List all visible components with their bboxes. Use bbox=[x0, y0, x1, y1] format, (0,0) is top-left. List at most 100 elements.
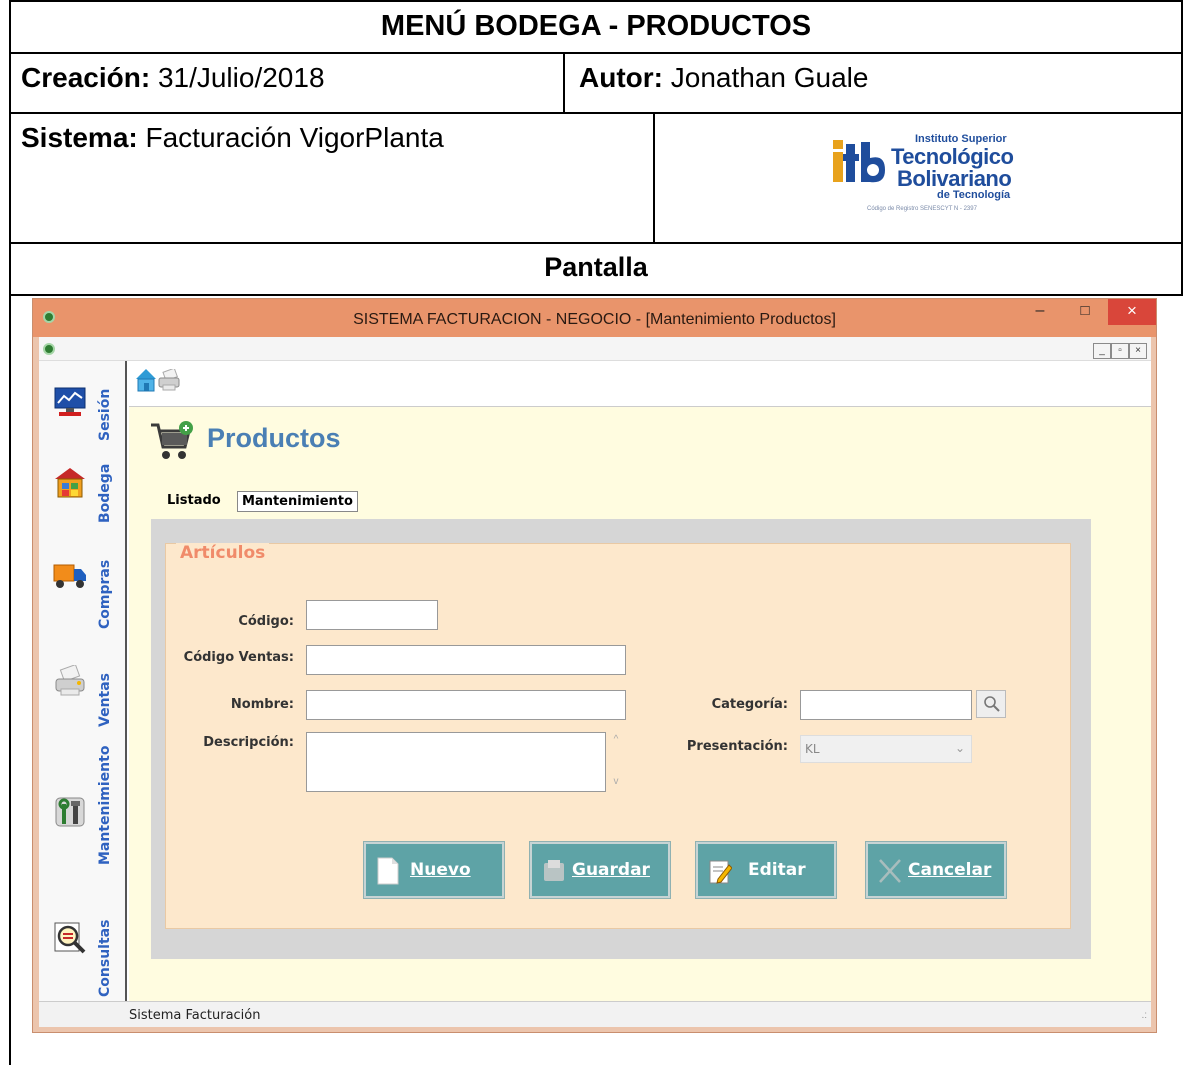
magnifier-icon bbox=[54, 922, 86, 954]
author-value: Jonathan Guale bbox=[670, 62, 869, 93]
logo-line-2: Tecnológico bbox=[891, 144, 1014, 169]
codigo-label: Código: bbox=[238, 614, 294, 629]
close-button[interactable]: × bbox=[1108, 299, 1156, 325]
tools-icon bbox=[55, 797, 85, 827]
system-label: Sistema: bbox=[21, 122, 138, 153]
scroll-down-icon[interactable]: v bbox=[607, 776, 625, 787]
resize-grip-icon[interactable]: .: bbox=[1141, 1010, 1147, 1021]
group-title: Artículos bbox=[176, 543, 270, 563]
nombre-input[interactable] bbox=[306, 690, 626, 720]
institute-logo: Instituto Superior Tecnológico Bolivaria… bbox=[831, 130, 1021, 226]
cancel-icon bbox=[879, 859, 901, 883]
minimize-button[interactable]: – bbox=[1024, 299, 1056, 325]
guardar-button[interactable]: Guardar bbox=[529, 841, 671, 899]
mdi-close-button[interactable]: × bbox=[1129, 343, 1147, 359]
status-bar: Sistema Facturación .: bbox=[39, 1001, 1151, 1027]
categoria-label: Categoría: bbox=[711, 697, 788, 712]
logo-line-4: de Tecnología bbox=[937, 189, 1011, 201]
sidebar-item-consultas[interactable]: Consultas bbox=[39, 871, 127, 1001]
cancelar-label: Cancelar bbox=[908, 860, 992, 880]
sidebar-label-sesion: Sesión bbox=[97, 388, 113, 441]
articulos-group: Artículos Código: Código Ventas: Nombre:… bbox=[165, 543, 1071, 929]
home-icon[interactable] bbox=[135, 367, 157, 393]
itb-logo-mark bbox=[833, 140, 885, 183]
toolbar bbox=[129, 361, 1151, 407]
save-icon bbox=[544, 860, 564, 881]
nombre-label: Nombre: bbox=[230, 697, 294, 712]
table-divider bbox=[563, 52, 565, 112]
edit-icon bbox=[709, 860, 732, 884]
table-divider bbox=[9, 294, 1183, 296]
categoria-search-button[interactable] bbox=[976, 690, 1006, 718]
printer-toolbar-icon[interactable] bbox=[157, 369, 181, 391]
mdi-container: _ ▫ × Sesión Bodega Compras Ventas Mante… bbox=[39, 337, 1151, 1027]
codigo-ventas-label: Código Ventas: bbox=[183, 650, 294, 665]
window-title: SISTEMA FACTURACION - NEGOCIO - [Manteni… bbox=[353, 311, 836, 328]
sidebar-item-sesion[interactable]: Sesión bbox=[39, 361, 127, 447]
table-divider bbox=[9, 52, 1183, 54]
search-icon bbox=[984, 696, 1000, 712]
table-divider bbox=[9, 112, 1183, 114]
logo-line-5: Código de Registro SENESCYT N - 2397 bbox=[867, 206, 977, 212]
sidebar: Sesión Bodega Compras Ventas Mantenimien… bbox=[39, 361, 127, 1001]
mdi-minimize-button[interactable]: _ bbox=[1093, 343, 1111, 359]
scroll-up-icon[interactable]: ^ bbox=[607, 734, 625, 745]
mdi-app-icon[interactable] bbox=[43, 343, 55, 355]
descripcion-scrollbar[interactable]: ^ v bbox=[607, 732, 625, 792]
window-title-bar[interactable]: SISTEMA FACTURACION - NEGOCIO - [Manteni… bbox=[33, 299, 1156, 337]
mdi-menu-bar: _ ▫ × bbox=[39, 337, 1151, 361]
monitor-chart-icon bbox=[54, 387, 86, 416]
sidebar-label-mantenimiento: Mantenimiento bbox=[97, 745, 113, 865]
codigo-ventas-input[interactable] bbox=[306, 645, 626, 675]
descripcion-textarea[interactable] bbox=[306, 732, 606, 792]
sidebar-label-compras: Compras bbox=[97, 559, 113, 629]
sidebar-item-bodega[interactable]: Bodega bbox=[39, 447, 127, 527]
main-content: Productos Listado Mantenimiento Artículo… bbox=[129, 361, 1151, 1001]
app-window: SISTEMA FACTURACION - NEGOCIO - [Manteni… bbox=[32, 298, 1157, 1033]
creation-date: Creación: 31/Julio/2018 bbox=[21, 62, 325, 94]
sidebar-item-ventas[interactable]: Ventas bbox=[39, 637, 127, 737]
tab-strip: Listado Mantenimiento bbox=[151, 485, 1091, 517]
author-label: Autor: bbox=[579, 62, 663, 93]
editar-label: Editar bbox=[748, 860, 806, 880]
chevron-down-icon: ⌄ bbox=[954, 741, 965, 755]
page-title: Productos bbox=[207, 423, 341, 453]
codigo-input[interactable] bbox=[306, 600, 438, 630]
shopping-cart-icon bbox=[151, 421, 193, 459]
nuevo-label: Nuevo bbox=[410, 860, 471, 880]
presentacion-value: KL bbox=[805, 742, 820, 756]
status-text: Sistema Facturación bbox=[129, 1008, 261, 1023]
categoria-input[interactable] bbox=[800, 690, 972, 720]
maximize-button[interactable]: □ bbox=[1068, 299, 1102, 325]
tab-mantenimiento[interactable]: Mantenimiento bbox=[237, 491, 358, 512]
tab-listado[interactable]: Listado bbox=[163, 491, 225, 510]
screen-heading: Pantalla bbox=[544, 252, 648, 282]
new-document-icon bbox=[377, 857, 399, 885]
guardar-label: Guardar bbox=[572, 860, 650, 880]
creation-label: Creación: bbox=[21, 62, 151, 93]
presentacion-select[interactable]: KL ⌄ bbox=[800, 735, 972, 763]
tab-panel: Artículos Código: Código Ventas: Nombre:… bbox=[151, 519, 1091, 959]
author: Autor: Jonathan Guale bbox=[579, 62, 868, 94]
editar-button[interactable]: Editar bbox=[695, 841, 837, 899]
cancelar-button[interactable]: Cancelar bbox=[865, 841, 1007, 899]
table-divider bbox=[653, 112, 655, 242]
truck-icon bbox=[53, 564, 86, 588]
warehouse-icon bbox=[55, 468, 85, 498]
document-title: MENÚ BODEGA - PRODUCTOS bbox=[380, 10, 812, 42]
presentacion-label: Presentación: bbox=[686, 739, 788, 754]
sidebar-item-mantenimiento[interactable]: Mantenimiento bbox=[39, 737, 127, 871]
sidebar-label-consultas: Consultas bbox=[97, 919, 113, 997]
nuevo-button[interactable]: Nuevo bbox=[363, 841, 505, 899]
mdi-restore-button[interactable]: ▫ bbox=[1111, 343, 1129, 359]
table-border-left bbox=[9, 0, 11, 1065]
system-name: Sistema: Facturación VigorPlanta bbox=[21, 122, 444, 154]
logo-line-3: Bolivariano bbox=[897, 166, 1012, 191]
system-value: Facturación VigorPlanta bbox=[145, 122, 444, 153]
descripcion-label: Descripción: bbox=[203, 735, 294, 750]
sidebar-label-ventas: Ventas bbox=[97, 672, 113, 727]
creation-value: 31/Julio/2018 bbox=[157, 62, 325, 93]
sidebar-item-compras[interactable]: Compras bbox=[39, 527, 127, 637]
printer-icon bbox=[55, 665, 85, 696]
sidebar-label-bodega: Bodega bbox=[97, 463, 113, 523]
